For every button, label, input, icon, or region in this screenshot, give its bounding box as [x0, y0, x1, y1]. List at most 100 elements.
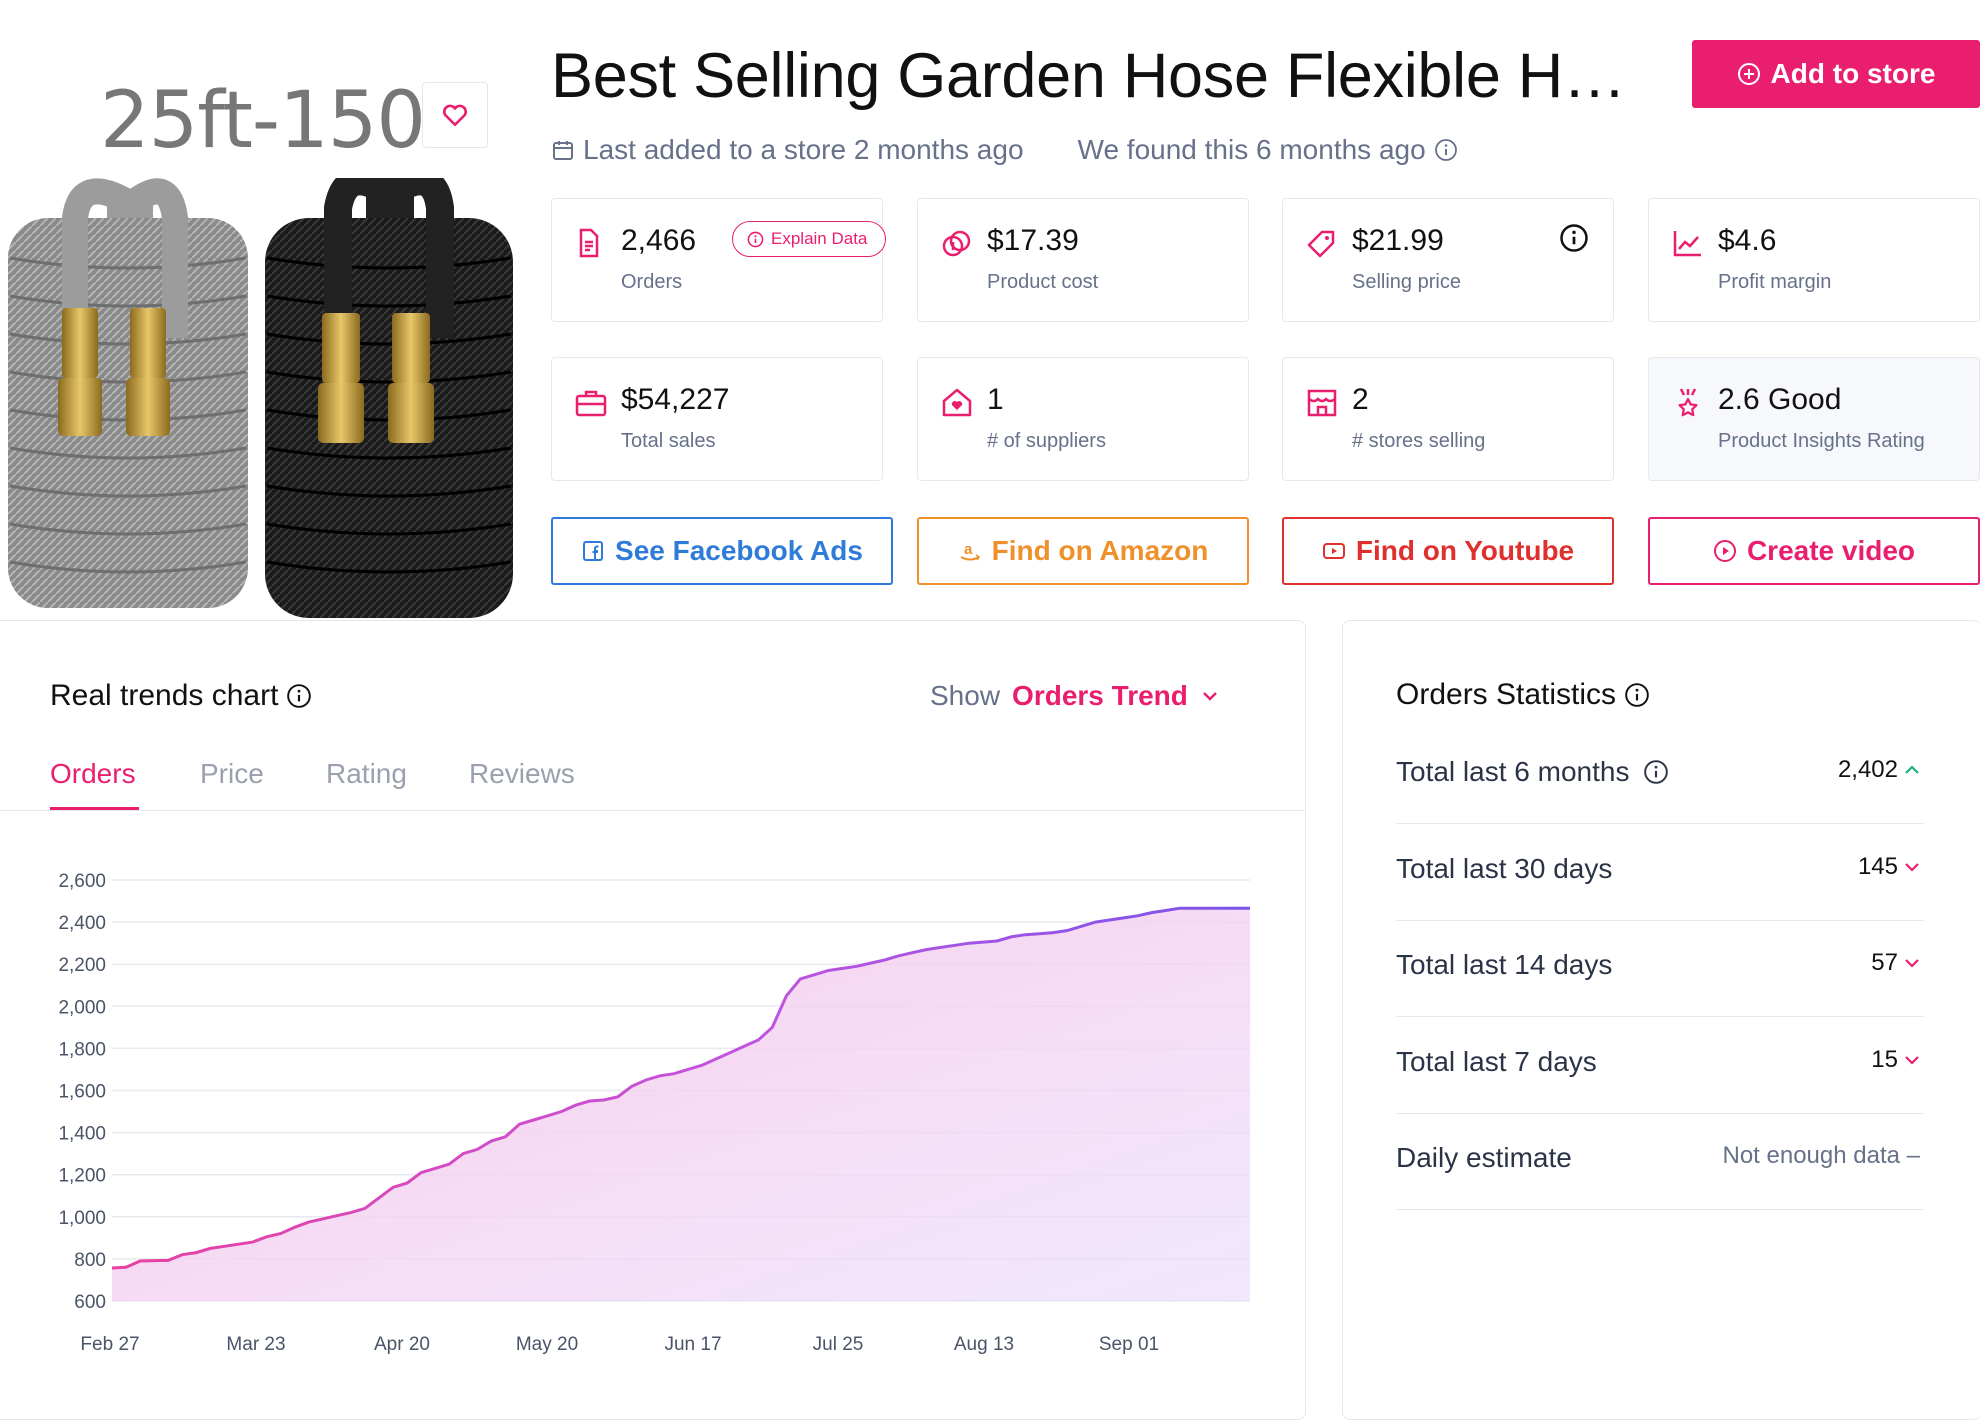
x-tick-label: Mar 23 — [226, 1334, 285, 1355]
trend-down-icon — [1905, 959, 1919, 968]
svg-text:a: a — [964, 541, 973, 558]
stats-row-total-last-14-days: Total last 14 days 57 — [1396, 921, 1924, 1017]
plus-circle-icon — [1737, 63, 1760, 85]
find-on-amazon-button[interactable]: a Find on Amazon — [917, 517, 1249, 585]
metric-label: # of suppliers — [987, 430, 1106, 452]
trend-tabs: Orders Price Rating Reviews — [0, 740, 1305, 811]
y-tick-label: 2,200 — [58, 955, 106, 976]
see-facebook-ads-button[interactable]: See Facebook Ads — [551, 517, 893, 585]
metric-label: Product Insights Rating — [1718, 430, 1925, 452]
award-icon — [1678, 388, 1698, 417]
stats-value-wrap: 145 — [1858, 853, 1920, 881]
info-icon[interactable] — [286, 683, 312, 709]
y-axis-labels: 600 800 1,000 1,200 1,400 1,600 1,800 2,000 2,20… — [58, 871, 106, 1313]
action-label: Create video — [1746, 535, 1916, 566]
trends-title-text: Real trends chart — [50, 679, 279, 712]
metric-card-orders: 2,466 Orders Explain Data — [551, 198, 887, 322]
active-tab-indicator — [50, 807, 139, 810]
x-tick-label: Feb 27 — [80, 1334, 139, 1355]
x-tick-label: Jun 17 — [664, 1334, 721, 1355]
stats-title-text: Orders Statistics — [1396, 678, 1617, 711]
action-label: See Facebook Ads — [615, 535, 863, 566]
stats-label: Daily estimate — [1396, 1142, 1572, 1173]
action-label: Find on Youtube — [1355, 535, 1575, 566]
y-tick-label: 2,400 — [58, 913, 106, 934]
found-text: We found this 6 months ago — [1077, 134, 1426, 165]
metric-card-stores-selling: 2 # stores selling — [1282, 357, 1614, 481]
info-icon[interactable] — [1559, 223, 1589, 253]
x-tick-label: May 20 — [516, 1334, 578, 1355]
trend-up-icon — [1905, 765, 1919, 774]
stats-value: 2,402 — [1837, 756, 1898, 783]
stats-value-wrap: 2,402 — [1838, 756, 1920, 784]
metric-label: Total sales — [621, 430, 716, 452]
product-image: 25ft-150ft — [0, 40, 530, 618]
y-tick-label: 800 — [74, 1250, 106, 1271]
trend-down-icon — [1905, 1055, 1919, 1065]
stats-label-wrap: Daily estimate — [1396, 1142, 1572, 1174]
add-to-store-label: Add to store — [1770, 58, 1936, 89]
x-tick-label: Sep 01 — [1099, 1334, 1159, 1355]
metric-card-product-insights-rating: 2.6 Good Product Insights Rating — [1648, 357, 1980, 481]
add-to-store-button[interactable]: Add to store — [1692, 40, 1980, 108]
metric-card-profit-margin: $4.6 Profit margin — [1648, 198, 1980, 322]
orders-trend-dropdown[interactable]: Orders Trend — [1012, 680, 1218, 712]
y-tick-label: 1,200 — [58, 1166, 106, 1187]
stats-value: Not enough data – — [1722, 1142, 1921, 1169]
info-icon[interactable] — [1624, 682, 1650, 708]
y-tick-label: 1,600 — [58, 1082, 106, 1103]
stats-row-total-last-7-days: Total last 7 days 15 — [1396, 1018, 1924, 1114]
heart-icon — [442, 104, 468, 127]
favorite-button[interactable] — [422, 82, 488, 148]
tab-rating[interactable]: Rating — [326, 758, 407, 790]
tab-price[interactable]: Price — [200, 758, 264, 790]
action-label: Find on Amazon — [991, 535, 1209, 566]
product-image-text: 25ft-150ft — [100, 76, 430, 166]
metric-card-product-cost: $17.39 Product cost — [917, 198, 1249, 322]
info-icon — [747, 231, 764, 247]
stats-value: 145 — [1857, 852, 1898, 880]
last-added-text: Last added to a store 2 months ago — [583, 134, 1024, 165]
metric-card-of-suppliers: 1 # of suppliers — [917, 357, 1249, 481]
stats-row-total-last-30-days: Total last 30 days 145 — [1396, 825, 1924, 921]
tab-orders[interactable]: Orders — [50, 758, 136, 790]
document-icon — [579, 228, 599, 258]
show-selector: Show Orders Trend — [930, 680, 1218, 712]
tab-reviews[interactable]: Reviews — [469, 758, 575, 790]
x-axis-labels: Feb 27 Mar 23 Apr 20 May 20 Jun 17 Jul 25 Aug … — [80, 1334, 1159, 1355]
metric-value: $54,227 — [621, 383, 730, 416]
metric-value: $21.99 — [1352, 224, 1444, 257]
y-tick-label: 2,000 — [58, 997, 106, 1018]
product-meta: Last added to a store 2 months ago We fo… — [551, 134, 1466, 166]
price-tag-icon — [1307, 230, 1335, 258]
info-icon[interactable] — [1643, 759, 1669, 785]
orders-trend-chart: 600 800 1,000 1,200 1,400 1,600 1,800 2,000 2,20… — [58, 871, 1250, 1355]
stats-label: Total last 7 days — [1396, 1045, 1597, 1077]
stats-title: Orders Statistics — [1396, 678, 1650, 712]
show-label: Show — [930, 680, 1001, 711]
calendar-icon — [553, 141, 573, 160]
explain-data-button[interactable]: Explain Data — [732, 221, 887, 257]
info-icon[interactable] — [1434, 138, 1458, 162]
briefcase-icon — [575, 390, 607, 417]
orders-area — [112, 908, 1250, 1301]
y-tick-label: 1,000 — [58, 1208, 106, 1229]
youtube-icon — [1322, 543, 1345, 559]
play-circle-icon — [1713, 540, 1736, 562]
supplier-home-icon — [942, 388, 972, 417]
stats-value-wrap: Not enough data – — [1723, 1142, 1921, 1170]
create-video-button[interactable]: Create video — [1648, 517, 1980, 585]
x-tick-label: Aug 13 — [954, 1334, 1014, 1355]
y-tick-label: 2,600 — [58, 871, 106, 892]
line-chart-icon — [1673, 231, 1701, 257]
metric-label: # stores selling — [1352, 430, 1486, 452]
find-on-youtube-button[interactable]: Find on Youtube — [1282, 517, 1614, 585]
dropdown-value: Orders Trend — [1012, 680, 1188, 711]
metric-value: $17.39 — [987, 224, 1079, 257]
metric-label: Selling price — [1352, 271, 1461, 293]
trends-title: Real trends chart — [50, 679, 312, 713]
product-title: Best Selling Garden Hose Flexible H… — [551, 41, 1626, 111]
metric-value: 2,466 — [621, 224, 697, 257]
x-tick-label: Jul 25 — [813, 1334, 864, 1355]
hose-picture — [8, 178, 513, 618]
